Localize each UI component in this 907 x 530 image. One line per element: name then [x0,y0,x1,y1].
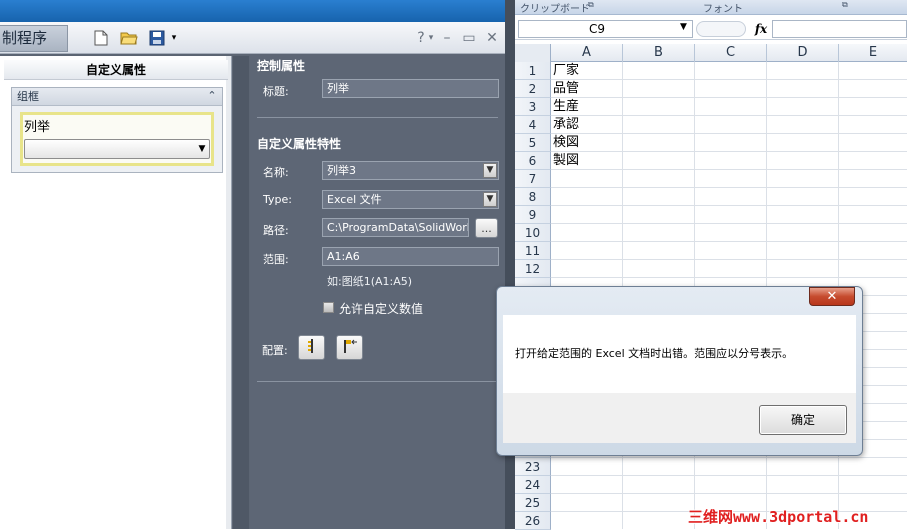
path-input[interactable]: C:\ProgramData\SolidWorks\ [322,218,469,237]
row-header[interactable]: 25 [515,494,551,512]
config-link-button[interactable] [336,335,363,360]
row-header[interactable]: 7 [515,170,551,188]
error-message: 打开给定范围的 Excel 文档时出错。范围应以分号表示。 [515,347,794,360]
column-header-e[interactable]: E [839,44,907,62]
open-folder-icon[interactable] [120,29,138,47]
path-label: 路径: [263,224,289,237]
control-properties-title: 控制属性 [257,59,306,73]
row-header[interactable]: 6 [515,152,551,170]
designer-title: 自定义属性 [4,60,228,80]
dropdown-arrow-icon[interactable]: ▼ [196,141,208,157]
column-header-a[interactable]: A [551,44,623,62]
row-header[interactable]: 8 [515,188,551,206]
column-header-b[interactable]: B [623,44,695,62]
caption-input[interactable]: 列举 [322,79,499,98]
browse-button[interactable]: ... [475,218,498,238]
ribbon-group-font: フォント [703,4,743,15]
row-header[interactable]: 10 [515,224,551,242]
clipboard-launcher-icon[interactable]: ⧉ [588,0,594,10]
app-tab[interactable]: 制程序 [0,25,68,52]
excel-ribbon: クリップボード ⧉ フォント ⧉ [515,0,907,15]
allow-custom-checkbox[interactable] [323,302,334,313]
section-divider [257,117,498,118]
name-dropdown-icon[interactable]: ▼ [483,163,497,178]
row-header[interactable]: 1 [515,62,551,80]
row-header[interactable]: 5 [515,134,551,152]
dialog-close-button[interactable]: ✕ [809,287,855,306]
name-box-dropdown-icon[interactable]: ▼ [680,22,687,32]
save-icon[interactable] [148,29,166,47]
properties-panel [250,54,512,529]
cell-a4[interactable]: 承認 [553,116,579,134]
row-header[interactable]: 2 [515,80,551,98]
ribbon-group-clipboard: クリップボード [520,4,590,15]
custom-property-section-title: 自定义属性特性 [257,137,342,151]
font-launcher-icon[interactable]: ⧉ [842,0,848,10]
type-select[interactable]: Excel 文件 [322,190,499,209]
save-dropdown-icon[interactable]: ▾ [168,29,180,47]
cell-a3[interactable]: 生産 [553,98,579,116]
type-label: Type: [263,193,292,206]
group-box-header: 组框 [12,88,222,106]
range-input[interactable]: A1:A6 [322,247,499,266]
config-label: 配置: [262,344,288,357]
ok-button[interactable]: 确定 [759,405,847,435]
row-header[interactable]: 23 [515,458,551,476]
formula-bar-splitter[interactable] [696,21,746,37]
row-header[interactable]: 4 [515,116,551,134]
list-control-dropdown[interactable] [24,139,210,159]
column-header-d[interactable]: D [767,44,839,62]
select-all-corner[interactable] [515,44,551,62]
allow-custom-label: 允许自定义数值 [339,302,424,316]
section-divider-2 [257,381,498,382]
formula-input[interactable] [772,20,907,38]
row-header[interactable]: 3 [515,98,551,116]
panel-splitter[interactable] [233,56,249,529]
range-label: 范围: [263,253,289,266]
cell-a2[interactable]: 品管 [553,80,579,98]
collapse-icon[interactable]: ⌃ [205,89,219,103]
row-header[interactable]: 9 [515,206,551,224]
column-header-c[interactable]: C [695,44,767,62]
caption-label: 标题: [263,85,289,98]
name-label: 名称: [263,166,289,179]
row-header[interactable]: 11 [515,242,551,260]
name-select[interactable]: 列举3 [322,161,499,180]
editor-title-bar [0,0,512,22]
row-header[interactable]: 26 [515,512,551,530]
insert-function-icon[interactable]: fx [752,20,770,38]
new-document-icon[interactable] [92,29,110,47]
config-list-icon [306,338,318,358]
watermark: 三维网www.3dportal.cn [688,508,869,526]
minimize-icon[interactable]: – [438,29,456,47]
name-box[interactable]: C9 [518,20,693,38]
maximize-icon[interactable]: ▭ [460,29,478,47]
list-control-label: 列举 [24,120,51,135]
close-icon[interactable]: ✕ [483,29,501,47]
row-header[interactable]: 12 [515,260,551,278]
cell-a1[interactable]: 厂家 [553,62,579,80]
cell-a5[interactable]: 検図 [553,134,579,152]
config-link-icon [342,338,358,358]
type-dropdown-icon[interactable]: ▼ [483,192,497,207]
range-hint: 如:图纸1(A1:A5) [327,275,413,288]
row-header[interactable]: 24 [515,476,551,494]
config-list-button[interactable] [298,335,325,360]
cell-a6[interactable]: 製図 [553,152,579,170]
